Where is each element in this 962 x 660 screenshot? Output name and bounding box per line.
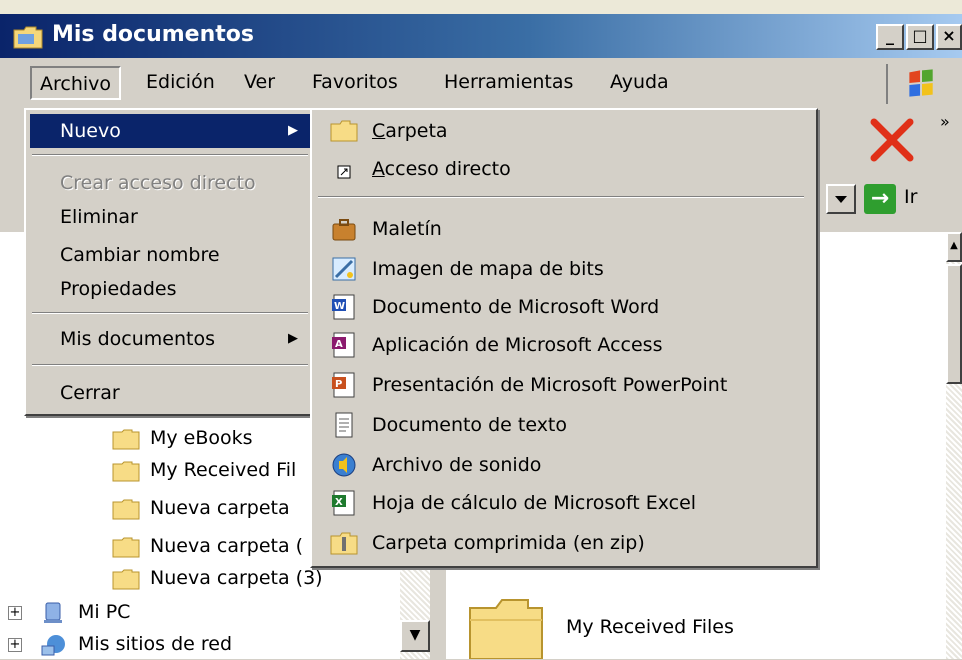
go-arrow-icon: → xyxy=(864,184,896,214)
file-menu-item-mis-documentos[interactable]: Mis documentos ▶ xyxy=(30,322,310,356)
scroll-down-button[interactable]: ▼ xyxy=(400,620,430,652)
folder-icon[interactable] xyxy=(466,590,546,659)
scroll-up-button[interactable]: ▲ xyxy=(946,232,962,262)
file-menu-item-cambiar-nombre[interactable]: Cambiar nombre xyxy=(30,238,310,272)
chevron-down-icon xyxy=(835,196,847,203)
folder-icon xyxy=(13,26,43,49)
menu-ver[interactable]: Ver xyxy=(236,66,283,100)
file-menu: Nuevo ▶ Crear acceso directo Eliminar Ca… xyxy=(24,108,316,416)
new-item-sound[interactable]: Archivo de sonido xyxy=(316,446,812,484)
content-folder-label[interactable]: My Received Files xyxy=(566,616,734,638)
briefcase-icon xyxy=(332,219,356,241)
minimize-button[interactable]: _ xyxy=(876,24,904,50)
menu-favoritos[interactable]: Favoritos xyxy=(304,66,406,100)
scroll-thumb[interactable] xyxy=(946,264,962,384)
new-item-access[interactable]: A Aplicación de Microsoft Access xyxy=(316,326,812,364)
svg-text:X: X xyxy=(335,497,343,508)
address-dropdown-button[interactable] xyxy=(826,184,856,214)
menu-edicion[interactable]: Edición xyxy=(138,66,223,100)
file-menu-item-cerrar[interactable]: Cerrar xyxy=(30,376,310,410)
network-icon xyxy=(41,635,65,656)
file-menu-item-eliminar[interactable]: Eliminar xyxy=(30,200,310,234)
title-bar: Mis documentos _ □ × xyxy=(0,14,962,58)
new-item-powerpoint[interactable]: P Presentación de Microsoft PowerPoint xyxy=(316,366,812,404)
new-item-carpeta[interactable]: Carpeta xyxy=(316,112,812,150)
new-item-maletin[interactable]: Maletín xyxy=(316,210,812,248)
close-button[interactable]: × xyxy=(936,24,962,50)
submenu-arrow-icon: ▶ xyxy=(288,331,298,346)
sound-file-icon xyxy=(332,453,356,477)
windows-logo-icon xyxy=(886,64,933,104)
zip-folder-icon xyxy=(330,532,358,555)
menu-separator xyxy=(318,196,804,198)
folder-icon xyxy=(112,499,140,520)
powerpoint-icon: P xyxy=(332,372,355,398)
new-item-acceso-directo[interactable]: Acceso directo xyxy=(316,150,812,188)
file-menu-item-crear-acceso-directo: Crear acceso directo xyxy=(60,172,256,194)
menu-herramientas[interactable]: Herramientas xyxy=(436,66,581,100)
new-item-word[interactable]: W Documento de Microsoft Word xyxy=(316,288,812,326)
new-item-bitmap[interactable]: Imagen de mapa de bits xyxy=(316,250,812,288)
file-menu-item-propiedades[interactable]: Propiedades xyxy=(30,272,310,306)
menu-separator xyxy=(32,154,308,156)
word-icon: W xyxy=(332,294,355,320)
new-item-zip[interactable]: Carpeta comprimida (en zip) xyxy=(316,524,812,562)
new-submenu: Carpeta Acceso directo Maletín Imagen de… xyxy=(310,108,818,568)
go-button[interactable]: → Ir xyxy=(864,184,944,214)
access-icon: A xyxy=(332,332,355,358)
folder-icon xyxy=(330,120,358,142)
new-item-excel[interactable]: X Hoja de cálculo de Microsoft Excel xyxy=(316,484,812,522)
menu-archivo[interactable]: Archivo xyxy=(30,66,122,100)
maximize-button[interactable]: □ xyxy=(906,24,934,50)
computer-icon xyxy=(44,602,62,623)
menu-separator xyxy=(32,364,308,366)
go-label: Ir xyxy=(904,186,918,208)
expand-mis-sitios-de-red-button[interactable]: + xyxy=(8,638,22,652)
svg-text:A: A xyxy=(335,339,343,350)
folder-icon xyxy=(112,537,140,558)
new-item-text-document[interactable]: Documento de texto xyxy=(316,406,812,444)
excel-icon: X xyxy=(332,490,355,516)
menu-separator xyxy=(32,312,308,314)
folder-icon xyxy=(112,461,140,482)
submenu-arrow-icon: ▶ xyxy=(288,123,298,138)
folder-icon xyxy=(112,569,140,590)
text-document-icon xyxy=(335,412,353,438)
window-title: Mis documentos xyxy=(52,22,254,47)
shortcut-icon xyxy=(337,165,351,179)
toolbar-overflow-icon[interactable]: » xyxy=(940,112,950,131)
svg-text:W: W xyxy=(334,301,345,312)
svg-text:P: P xyxy=(335,379,342,390)
bitmap-icon xyxy=(332,257,356,281)
file-menu-item-nuevo[interactable]: Nuevo ▶ xyxy=(30,114,310,148)
folder-icon xyxy=(112,429,140,450)
menu-ayuda[interactable]: Ayuda xyxy=(602,66,677,100)
expand-mi-pc-button[interactable]: + xyxy=(8,606,22,620)
desktop-strip xyxy=(0,0,962,14)
menu-bar: Archivo Edición Ver Favoritos Herramient… xyxy=(0,58,962,108)
delete-icon[interactable] xyxy=(862,112,922,168)
